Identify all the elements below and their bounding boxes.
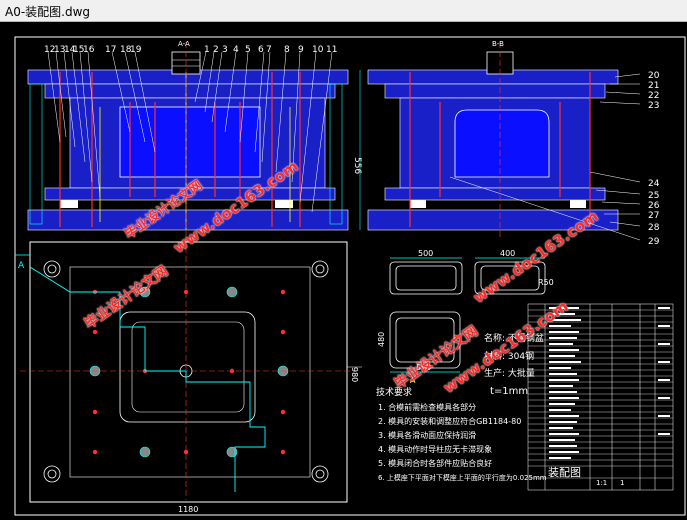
callout-29: 29 [648, 237, 660, 247]
sheet-thickness: t=1mm [490, 386, 528, 397]
dimension-cup-depth: R50 [538, 278, 554, 287]
dimension-cup-h: 480 [377, 332, 386, 347]
tech-requirement-1: 1. 合模前需检查模具各部分 [378, 402, 476, 412]
callout-3: 3 [222, 45, 228, 55]
tech-requirement-3: 3. 模具各滑动面应保持润滑 [378, 430, 476, 440]
section-view-b [367, 42, 641, 241]
window-title: A0-装配图.dwg [5, 5, 91, 19]
callout-21: 21 [648, 81, 659, 91]
dimension-cup-w1: 500 [418, 249, 433, 258]
dimension-plan-width: 1180 [178, 505, 198, 514]
dimension-plan-height: 980 [350, 367, 359, 382]
callout-23: 23 [648, 101, 659, 111]
title-block-title: 装配图 [548, 466, 581, 479]
callout-4: 4 [233, 45, 239, 55]
section-label-a: A-A [178, 40, 190, 48]
title-block-scale: 1:1 [596, 479, 607, 487]
tech-requirement-4: 4. 模具动作时导柱应无卡滞现象 [378, 444, 492, 454]
dimension-cup-w2: 400 [500, 249, 515, 258]
callout-1: 1 [204, 45, 210, 55]
section-label-b: B-B [492, 40, 504, 48]
tech-requirement-6: 6. 上模座下平面对下模座上平面的平行度为0.025mm [378, 473, 547, 482]
cad-drawing-canvas[interactable]: 12 13 14 15 16 17 18 19 1 2 3 4 5 6 7 8 … [0, 22, 687, 520]
title-block-sheet: 1 [620, 479, 624, 487]
tech-requirement-2: 2. 模具的安装和调整应符合GB1184-80 [378, 416, 521, 426]
marker-a-left: A [18, 261, 25, 271]
plan-view [15, 241, 362, 503]
dimension-height: 556 [352, 157, 362, 174]
callout-25: 25 [648, 191, 659, 201]
callout-11: 11 [326, 45, 337, 55]
callout-27: 27 [648, 211, 659, 221]
callout-2: 2 [213, 45, 219, 55]
callout-26: 26 [648, 201, 660, 211]
production-volume: 生产: 大批量 [484, 367, 535, 379]
callout-16: 16 [83, 45, 95, 55]
callout-20: 20 [648, 71, 660, 81]
window-titlebar: A0-装配图.dwg [0, 0, 687, 22]
callout-24: 24 [648, 179, 660, 189]
section-view-a [27, 42, 361, 242]
callout-6: 6 [258, 45, 264, 55]
callout-19: 19 [130, 45, 142, 55]
callout-5: 5 [245, 45, 251, 55]
callout-22: 22 [648, 91, 659, 101]
callout-8: 8 [284, 45, 290, 55]
callout-10: 10 [312, 45, 324, 55]
callout-17: 17 [105, 45, 116, 55]
callout-7: 7 [266, 45, 272, 55]
callout-9: 9 [298, 45, 304, 55]
assembly-drawing: 12 13 14 15 16 17 18 19 1 2 3 4 5 6 7 8 … [14, 36, 686, 516]
callout-28: 28 [648, 223, 660, 233]
tech-requirement-5: 5. 模具闭合时各部件应贴合良好 [378, 458, 492, 468]
